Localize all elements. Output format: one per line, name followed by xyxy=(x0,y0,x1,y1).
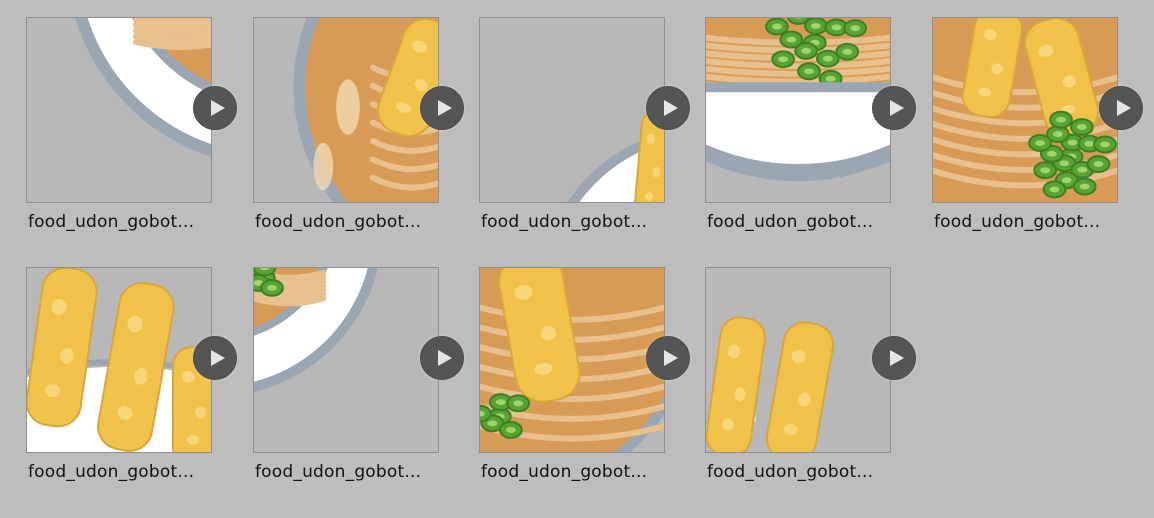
play-icon xyxy=(210,100,225,116)
asset-thumbnail[interactable] xyxy=(932,17,1118,203)
asset-item[interactable]: food_udon_gobot... xyxy=(253,17,464,257)
play-button[interactable] xyxy=(193,86,237,130)
play-icon xyxy=(210,350,225,366)
play-button[interactable] xyxy=(872,336,916,380)
play-icon xyxy=(889,350,904,366)
play-icon xyxy=(889,100,904,116)
play-icon xyxy=(663,350,678,366)
asset-thumbnail[interactable] xyxy=(253,17,439,203)
asset-thumbnail[interactable] xyxy=(479,17,665,203)
play-button[interactable] xyxy=(420,336,464,380)
asset-thumbnail[interactable] xyxy=(705,17,891,203)
play-icon xyxy=(437,100,452,116)
asset-item[interactable]: food_udon_gobot... xyxy=(26,17,237,257)
asset-thumbnail[interactable] xyxy=(253,267,439,453)
asset-thumbnail[interactable] xyxy=(479,267,665,453)
asset-item[interactable]: food_udon_gobot... xyxy=(705,17,916,257)
asset-item[interactable]: food_udon_gobot... xyxy=(26,267,237,507)
asset-label: food_udon_gobot... xyxy=(707,462,874,482)
play-button[interactable] xyxy=(193,336,237,380)
play-icon xyxy=(437,350,452,366)
asset-label: food_udon_gobot... xyxy=(28,212,195,232)
asset-label: food_udon_gobot... xyxy=(28,462,195,482)
asset-label: food_udon_gobot... xyxy=(255,462,422,482)
play-button[interactable] xyxy=(646,336,690,380)
asset-thumbnail[interactable] xyxy=(705,267,891,453)
asset-label: food_udon_gobot... xyxy=(481,462,648,482)
asset-item[interactable]: food_udon_gobot... xyxy=(479,267,690,507)
asset-label: food_udon_gobot... xyxy=(255,212,422,232)
asset-label: food_udon_gobot... xyxy=(481,212,648,232)
asset-label: food_udon_gobot... xyxy=(934,212,1101,232)
play-button[interactable] xyxy=(1099,86,1143,130)
asset-label: food_udon_gobot... xyxy=(707,212,874,232)
play-button[interactable] xyxy=(872,86,916,130)
play-button[interactable] xyxy=(420,86,464,130)
asset-thumbnail[interactable] xyxy=(26,17,212,203)
asset-thumbnail[interactable] xyxy=(26,267,212,453)
asset-item[interactable]: food_udon_gobot... xyxy=(932,17,1143,257)
asset-item[interactable]: food_udon_gobot... xyxy=(479,17,690,257)
asset-item[interactable]: food_udon_gobot... xyxy=(705,267,916,507)
play-icon xyxy=(663,100,678,116)
asset-grid: food_udon_gobot... food_udon_gobot... fo… xyxy=(0,0,1154,518)
asset-item[interactable]: food_udon_gobot... xyxy=(253,267,464,507)
play-button[interactable] xyxy=(646,86,690,130)
play-icon xyxy=(1116,100,1131,116)
